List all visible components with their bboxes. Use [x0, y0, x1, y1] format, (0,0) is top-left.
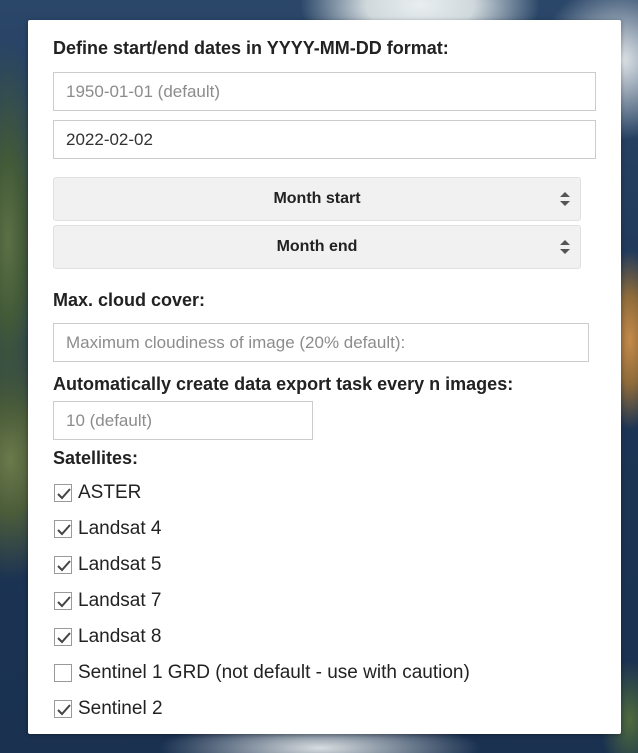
month-start-select[interactable]: Month start	[53, 177, 581, 221]
export-task-heading: Automatically create data export task ev…	[53, 374, 514, 394]
month-end-label: Month end	[276, 238, 358, 255]
satellite-label: Landsat 4	[78, 518, 162, 539]
start-date-input[interactable]	[53, 72, 596, 111]
checkbox[interactable]	[54, 520, 72, 538]
satellite-checkbox-row[interactable]: Landsat 7	[54, 588, 161, 614]
satellite-label: Landsat 8	[78, 626, 162, 647]
export-every-n-input[interactable]	[53, 401, 313, 440]
cloud-cover-heading: Max. cloud cover:	[53, 290, 206, 310]
checkmark-icon	[57, 596, 71, 608]
up-down-arrows-icon	[559, 238, 571, 256]
checkmark-icon	[57, 488, 71, 500]
checkbox[interactable]	[54, 556, 72, 574]
cloud-cover-input[interactable]	[53, 323, 589, 362]
month-end-select[interactable]: Month end	[53, 225, 581, 269]
checkmark-icon	[57, 524, 71, 536]
settings-panel: Define start/end dates in YYYY-MM-DD for…	[28, 20, 621, 734]
up-down-arrows-icon	[559, 190, 571, 208]
checkbox[interactable]	[54, 664, 72, 682]
satellite-checkbox-row[interactable]: Sentinel 1 GRD (not default - use with c…	[54, 660, 470, 686]
checkbox[interactable]	[54, 592, 72, 610]
satellites-heading: Satellites:	[53, 448, 139, 468]
month-start-label: Month start	[273, 190, 361, 207]
checkbox[interactable]	[54, 700, 72, 718]
satellite-checkbox-row[interactable]: Landsat 8	[54, 624, 161, 650]
checkbox[interactable]	[54, 484, 72, 502]
checkmark-icon	[57, 632, 71, 644]
satellite-checkbox-row[interactable]: Landsat 5	[54, 552, 161, 578]
satellite-label: Landsat 7	[78, 590, 162, 611]
satellite-label: Sentinel 2	[78, 698, 163, 719]
satellite-checkbox-row[interactable]: Sentinel 2	[54, 696, 163, 722]
checkmark-icon	[57, 704, 71, 716]
end-date-input[interactable]	[53, 120, 596, 159]
satellite-label: ASTER	[78, 482, 142, 503]
satellite-checkbox-row[interactable]: ASTER	[54, 480, 141, 506]
satellite-label: Sentinel 1 GRD (not default - use with c…	[78, 662, 470, 683]
satellite-checkbox-row[interactable]: Landsat 4	[54, 516, 161, 542]
checkbox[interactable]	[54, 628, 72, 646]
dates-heading: Define start/end dates in YYYY-MM-DD for…	[53, 38, 449, 58]
satellite-label: Landsat 5	[78, 554, 162, 575]
checkmark-icon	[57, 560, 71, 572]
